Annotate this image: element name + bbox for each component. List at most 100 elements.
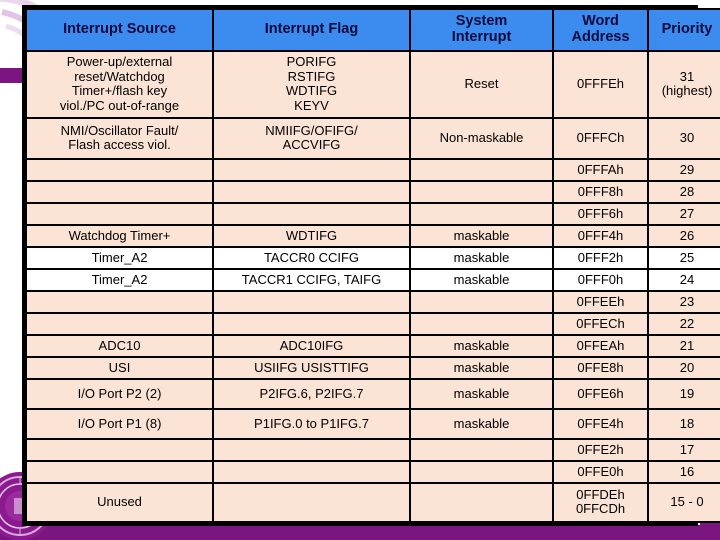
cell-priority: 31 (highest)	[647, 49, 720, 119]
cell-text-line: 0FFFCh	[576, 130, 625, 146]
cell-priority: 22	[647, 311, 720, 336]
cell-interrupt-flag: NMIIFG/OFIFG/ACCVIFG	[212, 116, 411, 160]
cell-interrupt-flag: ADC10IFG	[212, 333, 411, 358]
cell-text-line: viol./PC out-of-range	[59, 97, 180, 113]
cell-text-line: USI	[108, 359, 131, 375]
table-header: Interrupt Source Interrupt Flag System In…	[25, 8, 720, 52]
cell-word-address: 0FFE0h	[552, 459, 649, 484]
cell-text-line: 0FFF2h	[577, 249, 624, 265]
cell-text-line: Timer_A2	[91, 271, 148, 287]
cell-text-line: maskable	[453, 385, 510, 401]
cell-text-line: USIIFG USISTTIFG	[254, 359, 369, 375]
column-header-line: Interrupt Source	[63, 20, 176, 37]
cell-interrupt-source	[25, 459, 214, 484]
cell-interrupt-source: USI	[25, 355, 214, 380]
cell-interrupt-source	[25, 437, 214, 462]
cell-system-interrupt: maskable	[409, 245, 554, 270]
cell-text-line: 19	[679, 385, 695, 401]
table-row: 0FFE2h 17	[25, 437, 720, 462]
cell-text-line: TACCR0 CCIFG	[263, 249, 360, 265]
cell-text-line: 0FFE4h	[577, 415, 624, 431]
cell-text-line: 23	[679, 293, 695, 309]
cell-system-interrupt: maskable	[409, 377, 554, 410]
cell-text-line: ADC10	[98, 337, 141, 353]
cell-interrupt-source: NMI/Oscillator Fault/Flash access viol.	[25, 116, 214, 160]
table-row: Unused 0FFDEh 0FFCDh 15 - 0	[25, 481, 720, 523]
cell-text-line: 0FFE0h	[577, 463, 624, 479]
cell-text-line: maskable	[453, 249, 510, 265]
table-row: 0FFEEh 23	[25, 289, 720, 314]
cell-word-address: 0FFF2h	[552, 245, 649, 270]
column-header-word-address: Word Address	[552, 8, 649, 52]
cell-interrupt-flag	[212, 459, 411, 484]
cell-interrupt-source: I/O Port P2 (2)	[25, 377, 214, 410]
cell-system-interrupt	[409, 201, 554, 226]
cell-text-line: 21	[679, 337, 695, 353]
table-row: Watchdog Timer+ WDTIFG maskable 0FFF4h 26	[25, 223, 720, 248]
cell-word-address: 0FFDEh 0FFCDh	[552, 481, 649, 523]
table-row: Timer_A2 TACCR0 CCIFG maskable 0FFF2h 25	[25, 245, 720, 270]
cell-text-line: NMI/Oscillator Fault/	[60, 122, 179, 138]
cell-priority: 28	[647, 179, 720, 204]
cell-text-line: Timer+/flash key	[71, 83, 168, 99]
cell-text-line: Power-up/external	[66, 54, 173, 70]
cell-interrupt-flag: P2IFG.6, P2IFG.7	[212, 377, 411, 410]
cell-text-line: reset/Watchdog	[74, 68, 165, 84]
cell-text-line: 17	[679, 441, 695, 457]
cell-text-line: 0FFF8h	[577, 183, 624, 199]
cell-text-line: maskable	[453, 227, 510, 243]
cell-system-interrupt: maskable	[409, 333, 554, 358]
cell-interrupt-flag	[212, 311, 411, 336]
cell-text-line: 26	[679, 227, 695, 243]
cell-priority: 21	[647, 333, 720, 358]
cell-text-line: 31	[679, 68, 695, 84]
cell-interrupt-source: Power-up/external reset/Watchdog Timer+/fl…	[25, 49, 214, 119]
column-header-priority: Priority	[647, 8, 720, 52]
column-header-line: Address	[571, 28, 630, 45]
cell-interrupt-flag: WDTIFG	[212, 223, 411, 248]
column-header-line: Interrupt	[451, 28, 512, 45]
cell-interrupt-source: Watchdog Timer+	[25, 223, 214, 248]
cell-text-line: Flash access viol.	[68, 137, 171, 153]
table-row: 0FFE0h 16	[25, 459, 720, 484]
cell-interrupt-flag: P1IFG.0 to P1IFG.7	[212, 407, 411, 440]
table-row: I/O Port P2 (2) P2IFG.6, P2IFG.7 maskable 0…	[25, 377, 720, 410]
cell-interrupt-flag	[212, 481, 411, 523]
interrupt-vector-table-container: Interrupt Source Interrupt Flag System In…	[22, 5, 720, 526]
cell-interrupt-source: Unused	[25, 481, 214, 523]
cell-interrupt-flag	[212, 179, 411, 204]
cell-text-line: 0FFFEh	[577, 76, 624, 92]
table-row: 0FFECh 22	[25, 311, 720, 336]
table-row: ADC10 ADC10IFG maskable 0FFEAh 21	[25, 333, 720, 358]
cell-text-line: 20	[679, 359, 695, 375]
column-header-line: Word	[582, 13, 619, 29]
cell-priority: 23	[647, 289, 720, 314]
cell-text-line: 22	[679, 315, 695, 331]
cell-priority: 29	[647, 157, 720, 182]
cell-text-line: 15 - 0	[670, 494, 704, 510]
cell-text-line: maskable	[453, 415, 510, 431]
cell-text-line: I/O Port P1 (8)	[77, 415, 162, 431]
cell-priority: 16	[647, 459, 720, 484]
cell-interrupt-flag	[212, 201, 411, 226]
cell-text-line: 0FFE6h	[577, 385, 624, 401]
cell-text-line: 29	[679, 161, 695, 177]
cell-text-line: 0FFF4h	[577, 227, 624, 243]
cell-interrupt-flag: PORIFG RSTIFG WDTIFG KEYV	[212, 49, 411, 119]
table-row: I/O Port P1 (8) P1IFG.0 to P1IFG.7 maskabl…	[25, 407, 720, 440]
cell-system-interrupt: maskable	[409, 223, 554, 248]
cell-interrupt-source: I/O Port P1 (8)	[25, 407, 214, 440]
cell-system-interrupt: maskable	[409, 407, 554, 440]
cell-text-line: 27	[679, 205, 695, 221]
cell-text-line: 0FFECh	[576, 315, 625, 331]
column-header-interrupt-flag: Interrupt Flag	[212, 8, 411, 52]
column-header-system-interrupt: System Interrupt	[409, 8, 554, 52]
cell-text-line: maskable	[453, 359, 510, 375]
cell-word-address: 0FFF8h	[552, 179, 649, 204]
cell-text-line: Non-maskable	[439, 130, 524, 146]
cell-text-line: 16	[679, 463, 695, 479]
cell-system-interrupt	[409, 311, 554, 336]
cell-text-line: Reset	[464, 76, 499, 92]
table-row: 0FFF6h 27	[25, 201, 720, 226]
cell-text-line: 0FFE8h	[577, 359, 624, 375]
